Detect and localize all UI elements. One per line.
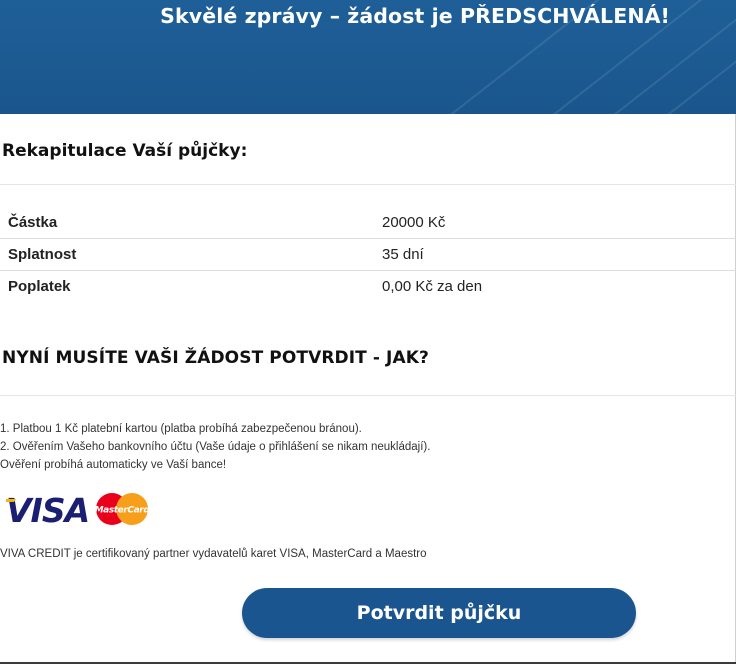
fee-value: 0,00 Kč za den: [382, 278, 483, 295]
term-label: Splatnost: [8, 246, 77, 263]
loan-summary-table: Částka 20000 Kč Splatnost 35 dní Poplate…: [0, 207, 736, 302]
confirm-title: NYNÍ MUSÍTE VAŠI ŽÁDOST POTVRDIT - JAK?: [2, 348, 429, 368]
step-bank-verification: 2. Ověřením Vašeho bankovního účtu (Vaše…: [0, 441, 431, 453]
payment-logos: VISA MasterCard: [6, 491, 150, 528]
mastercard-text: MasterCard: [95, 506, 150, 516]
table-row: Částka 20000 Kč: [0, 207, 736, 239]
confirm-loan-button[interactable]: Potvrdit půjčku: [242, 588, 636, 638]
divider: [0, 184, 736, 185]
visa-logo: VISA: [6, 491, 90, 528]
divider: [0, 395, 736, 396]
amount-label: Částka: [8, 214, 58, 231]
term-value: 35 dní: [382, 246, 424, 263]
confirmation-steps: 1. Platbou 1 Kč platební kartou (platba …: [0, 420, 430, 474]
visa-text: VISA: [6, 491, 89, 528]
hero-banner: Skvělé zprávy – žádost je PŘEDSCHVÁLENÁ!: [0, 0, 736, 114]
fee-label: Poplatek: [8, 278, 71, 295]
hero-decoration: [659, 9, 736, 114]
table-row: Splatnost 35 dní: [0, 239, 736, 271]
summary-title: Rekapitulace Vaší půjčky:: [2, 141, 248, 161]
hero-title: Skvělé zprávy – žádost je PŘEDSCHVÁLENÁ!: [160, 4, 670, 28]
step-card-payment: 1. Platbou 1 Kč platební kartou (platba …: [0, 423, 362, 435]
partner-note: VIVA CREDIT je certifikovaný partner vyd…: [0, 548, 427, 560]
step-note: Ověření probíhá automaticky ve Vaší banc…: [0, 459, 227, 471]
mastercard-logo: MasterCard: [95, 493, 150, 525]
amount-value: 20000 Kč: [382, 214, 446, 231]
table-row: Poplatek 0,00 Kč za den: [0, 271, 736, 302]
